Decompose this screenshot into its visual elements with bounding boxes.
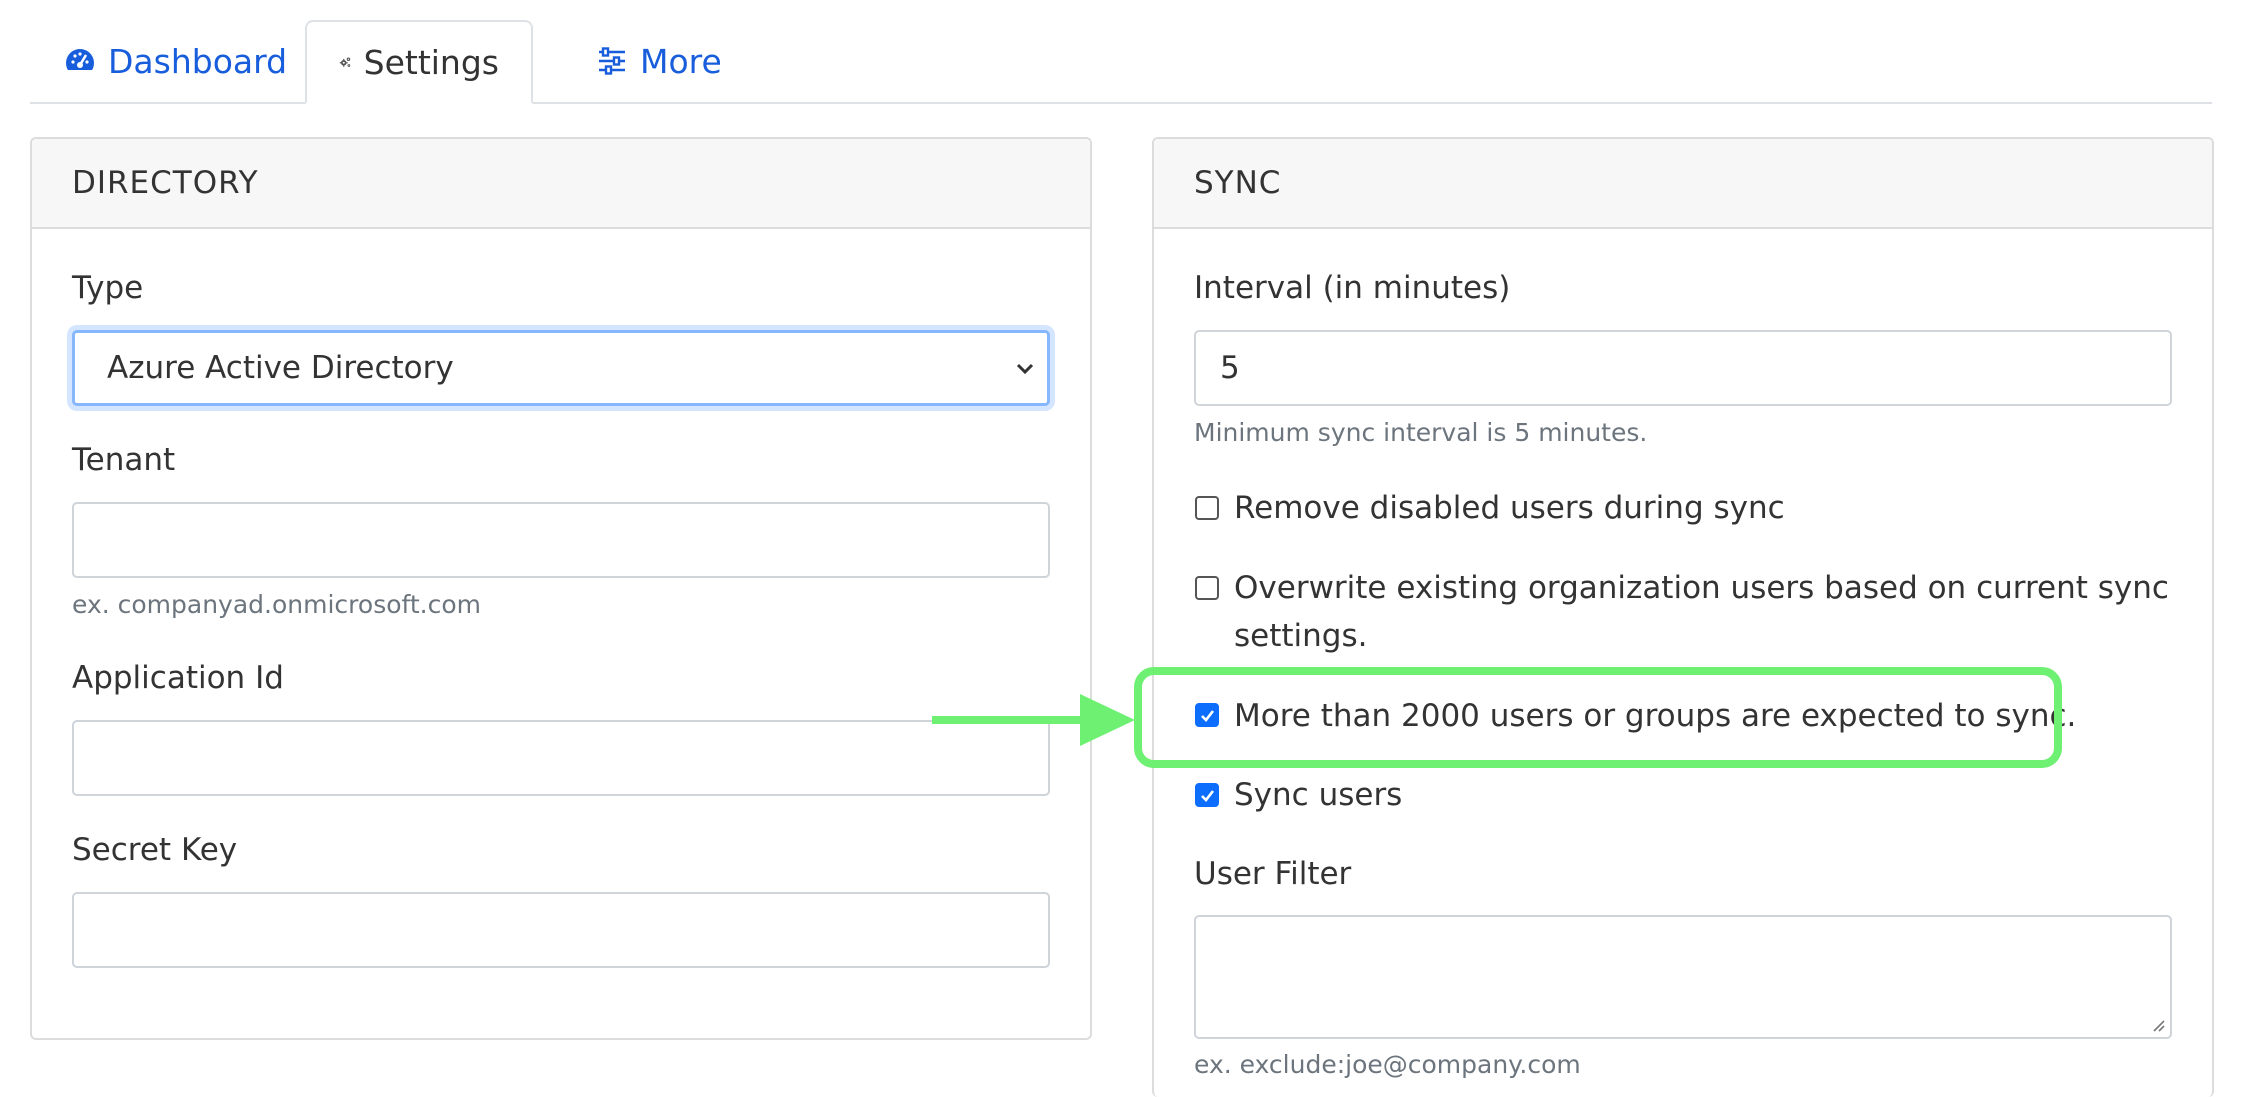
- sync-header: SYNC: [1154, 139, 2212, 229]
- resize-handle-icon[interactable]: [2148, 1015, 2166, 1033]
- type-label: Type: [72, 270, 144, 306]
- sync-users-checkbox[interactable]: [1195, 783, 1219, 807]
- interval-label: Interval (in minutes): [1194, 270, 1511, 306]
- secret-key-input[interactable]: [72, 892, 1050, 968]
- tab-settings[interactable]: Settings: [305, 20, 533, 104]
- interval-input[interactable]: 5: [1194, 330, 2172, 406]
- tab-more[interactable]: More: [564, 20, 754, 102]
- gears-icon: [339, 57, 351, 67]
- remove-disabled-checkbox[interactable]: [1195, 496, 1219, 520]
- overwrite-users-label-line1: Overwrite existing organization users ba…: [1234, 570, 2169, 606]
- tenant-label: Tenant: [72, 442, 176, 478]
- tenant-help: ex. companyad.onmicrosoft.com: [72, 590, 482, 619]
- type-select-value: Azure Active Directory: [107, 350, 454, 386]
- directory-header: DIRECTORY: [32, 139, 1090, 229]
- highlight-box: [1134, 667, 2062, 768]
- gauge-icon: [66, 49, 94, 70]
- secret-key-label: Secret Key: [72, 832, 238, 868]
- remove-disabled-label: Remove disabled users during sync: [1234, 490, 1785, 526]
- sync-users-label: Sync users: [1234, 777, 1403, 813]
- user-filter-textarea[interactable]: [1194, 915, 2172, 1039]
- tenant-input[interactable]: [72, 502, 1050, 578]
- type-select[interactable]: Azure Active Directory: [72, 330, 1050, 406]
- user-filter-help: ex. exclude:joe@company.com: [1194, 1050, 1581, 1079]
- overwrite-users-label-line2: settings.: [1234, 618, 1368, 654]
- nav-tabs: Dashboard Settings More: [30, 20, 2212, 104]
- tab-settings-label: Settings: [363, 42, 499, 82]
- overwrite-users-checkbox[interactable]: [1195, 576, 1219, 600]
- application-id-label: Application Id: [72, 660, 284, 696]
- interval-help: Minimum sync interval is 5 minutes.: [1194, 418, 1648, 447]
- tab-dashboard[interactable]: Dashboard: [30, 20, 319, 102]
- tab-more-label: More: [640, 41, 722, 81]
- arrow-right-icon: [932, 694, 1135, 746]
- sliders-icon: [599, 47, 625, 75]
- user-filter-label: User Filter: [1194, 856, 1352, 892]
- chevron-down-icon: [1016, 363, 1034, 375]
- tab-dashboard-label: Dashboard: [108, 41, 288, 81]
- application-id-input[interactable]: [72, 720, 1050, 796]
- checkmark-icon: [1201, 790, 1215, 802]
